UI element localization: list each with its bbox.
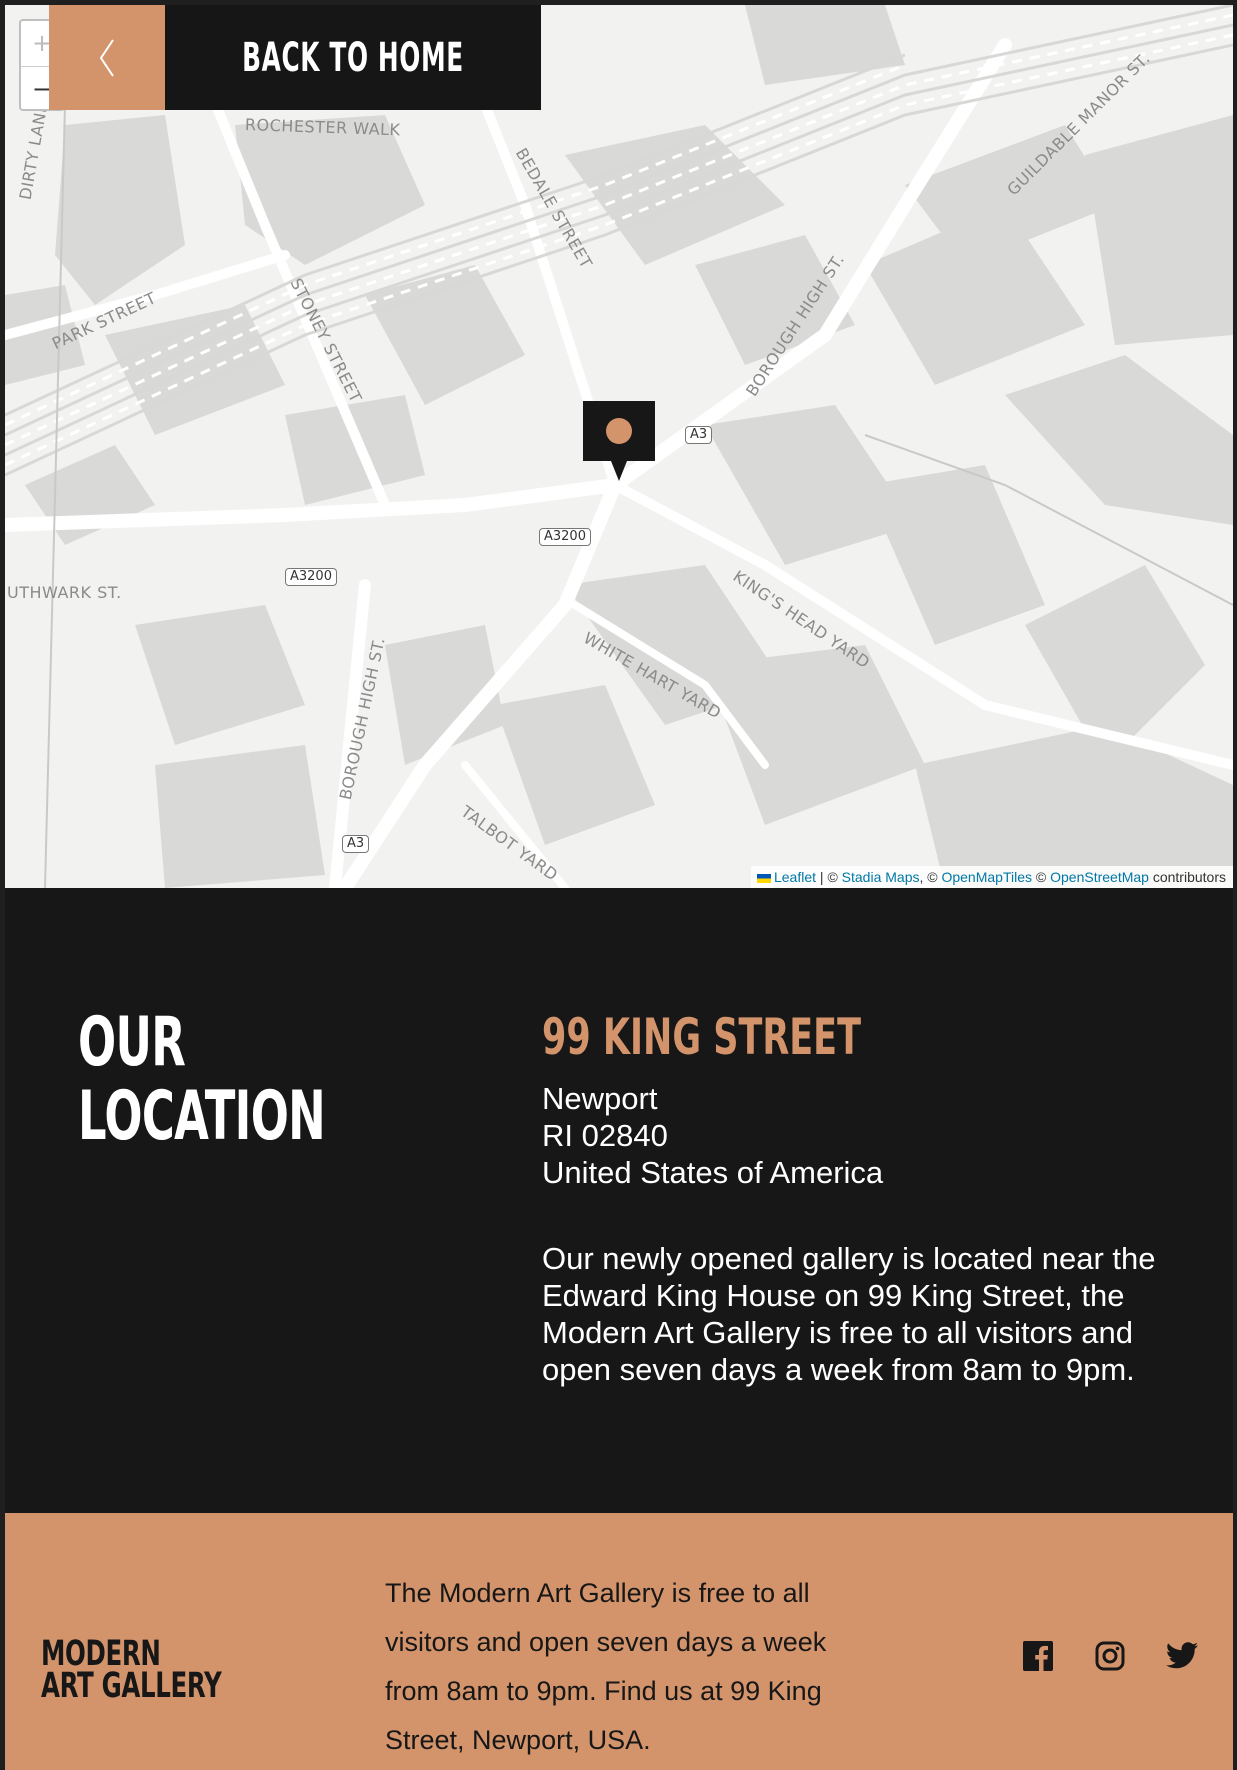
attribution-separator: © [1032,869,1051,885]
location-section: OUR LOCATION 99 KING STREET Newport RI 0… [5,888,1233,1513]
leaflet-link[interactable]: Leaflet [774,869,816,885]
address-country: United States of America [542,1155,884,1190]
road-shield: A3 [342,835,370,853]
location-address: Newport RI 02840 United States of Americ… [542,1080,883,1191]
location-pin-icon[interactable] [583,401,655,495]
openmaptiles-link[interactable]: OpenMapTiles [941,869,1032,885]
footer: MODERN ART GALLERY The Modern Art Galler… [5,1513,1233,1770]
location-heading-line1: OUR [78,1003,186,1082]
map[interactable]: ROCHESTER WALK BEDALE STREET GUILDABLE M… [5,5,1233,888]
location-description: Our newly opened gallery is located near… [542,1241,1156,1387]
attribution-suffix: contributors [1148,869,1226,885]
footer-logo[interactable]: MODERN ART GALLERY [41,1637,222,1706]
map-attribution: Leaflet | © Stadia Maps, © OpenMapTiles … [750,866,1233,888]
twitter-icon[interactable] [1166,1640,1198,1672]
chevron-left-icon [99,38,114,77]
social-links [1022,1640,1198,1672]
ukraine-flag-icon [756,873,771,883]
back-to-home-bar[interactable]: BACK TO HOME [49,5,541,110]
facebook-icon[interactable] [1022,1640,1054,1672]
road-shield: A3 [685,426,713,444]
openstreetmap-link[interactable]: OpenStreetMap [1050,869,1149,885]
attribution-separator: , © [919,869,942,885]
address-city: Newport [542,1081,658,1116]
attribution-separator: | © [816,869,842,885]
location-heading-line2: LOCATION [78,1077,326,1156]
location-title: 99 KING STREET [542,1008,861,1066]
back-to-home-link[interactable]: BACK TO HOME [236,5,469,110]
stadia-maps-link[interactable]: Stadia Maps [842,869,920,885]
footer-text: The Modern Art Gallery is free to all vi… [385,1578,827,1755]
back-arrow-button[interactable] [49,5,165,110]
logo-line2: ART GALLERY [41,1666,222,1706]
location-heading: OUR LOCATION [78,1003,326,1156]
instagram-icon[interactable] [1094,1640,1126,1672]
road-shield: A3200 [285,568,337,586]
street-label: UTHWARK ST. [7,583,122,602]
page-frame: ROCHESTER WALK BEDALE STREET GUILDABLE M… [5,5,1233,1770]
address-state-zip: RI 02840 [542,1118,668,1153]
road-shield: A3200 [539,528,591,546]
